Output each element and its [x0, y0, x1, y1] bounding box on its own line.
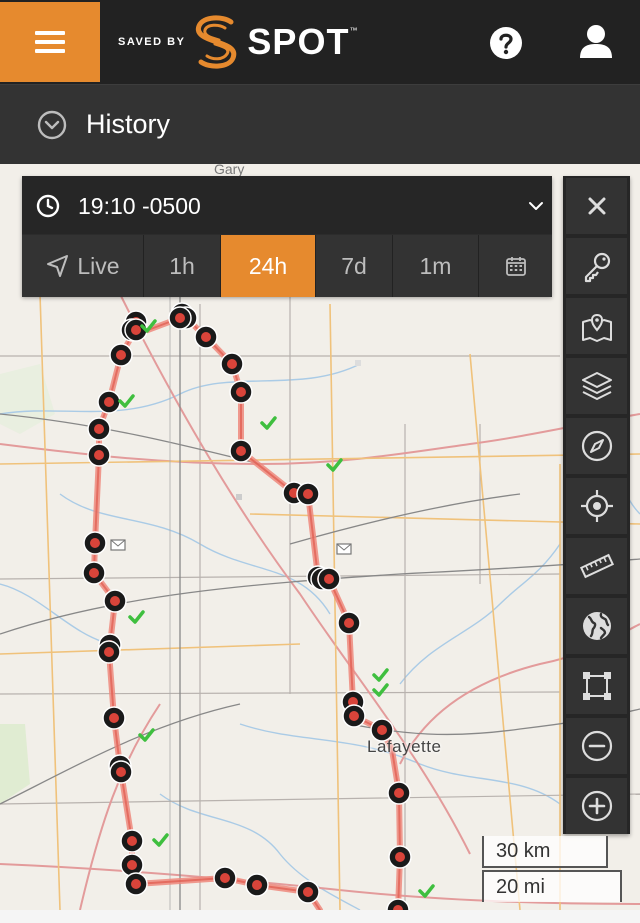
folded-map-pin-icon [581, 313, 612, 342]
logo-wordmark: SPOT [247, 21, 350, 62]
globe-icon [582, 612, 611, 640]
time-range-panel: 19:10 -0500 Live 1h 24h 7d 1m [22, 176, 552, 297]
tab-calendar[interactable] [479, 235, 552, 297]
check-in-icon[interactable] [418, 884, 435, 898]
zoom-out-button[interactable] [566, 718, 627, 774]
logo-prefix: SAVED BY [118, 36, 186, 48]
history-header-bar: History [0, 84, 640, 164]
bounding-box-icon [582, 672, 611, 700]
track-point-marker[interactable] [102, 706, 126, 730]
track-point-marker[interactable] [87, 443, 111, 467]
track-point-marker[interactable] [296, 482, 320, 506]
map-tools-toolbar [563, 176, 630, 834]
track-point-marker[interactable] [388, 845, 412, 869]
scale-km: 30 km [482, 836, 608, 868]
city-label-lafayette: Lafayette [367, 737, 442, 756]
time-selector-dropdown[interactable]: 19:10 -0500 [22, 176, 552, 234]
current-time-text: 19:10 -0500 [78, 193, 201, 219]
track-point-marker[interactable] [337, 611, 361, 635]
key-button[interactable] [566, 238, 627, 294]
track-point-marker[interactable] [229, 380, 253, 404]
layers-button[interactable] [566, 358, 627, 414]
zoom-in-plus-icon [581, 790, 612, 822]
measure-button[interactable] [566, 538, 627, 594]
track-point-marker[interactable] [317, 567, 341, 591]
track-point-marker[interactable] [168, 306, 192, 330]
compass-button[interactable] [566, 418, 627, 474]
spot-s-emblem-icon [196, 15, 237, 69]
scale-km-label: 30 km [496, 840, 551, 862]
chevron-down-icon [529, 202, 543, 210]
track-point-marker[interactable] [109, 343, 133, 367]
user-account-icon[interactable] [576, 22, 616, 62]
compass-icon [581, 430, 612, 462]
help-circle-icon[interactable] [488, 25, 524, 61]
tab-1m-label: 1m [419, 252, 452, 279]
track-point-marker[interactable] [220, 352, 244, 376]
track-point-marker[interactable] [109, 760, 133, 784]
crosshair-target-icon [580, 490, 613, 522]
check-in-icon[interactable] [372, 668, 389, 682]
check-in-icon[interactable] [326, 458, 343, 472]
check-in-icon[interactable] [152, 833, 169, 847]
ruler-icon [579, 553, 614, 579]
track-point-marker[interactable] [387, 781, 411, 805]
location-arrow-icon [47, 255, 69, 277]
tab-7d-label: 7d [341, 252, 367, 279]
tab-1m[interactable]: 1m [393, 235, 479, 297]
track-point-marker[interactable] [83, 531, 107, 555]
tab-24h-label: 24h [248, 252, 288, 279]
map-pin-button[interactable] [566, 298, 627, 354]
tab-7d[interactable]: 7d [316, 235, 393, 297]
track-point-marker[interactable] [229, 439, 253, 463]
tab-1h[interactable]: 1h [144, 235, 221, 297]
track-point-marker[interactable] [124, 872, 148, 896]
bottom-strip [0, 910, 640, 923]
track-point-marker[interactable] [386, 898, 410, 910]
globe-button[interactable] [566, 598, 627, 654]
spot-logo: SAVED BY SPOT ™ [118, 12, 357, 72]
check-in-icon[interactable] [260, 416, 277, 430]
track-point-marker[interactable] [97, 640, 121, 664]
map-scale-bar: 30 km 20 mi [482, 836, 622, 902]
track-point-marker[interactable] [245, 873, 269, 897]
key-icon [584, 252, 610, 283]
chevron-down-circle-icon[interactable] [36, 109, 68, 141]
track-point-marker[interactable] [213, 866, 237, 890]
track-point-marker[interactable] [296, 880, 320, 904]
track-point-marker[interactable] [103, 589, 127, 613]
tab-1h-label: 1h [169, 252, 195, 279]
check-in-icon[interactable] [138, 728, 155, 742]
hamburger-menu-icon [35, 26, 65, 58]
scale-mi: 20 mi [482, 870, 622, 902]
track-point-marker[interactable] [120, 829, 144, 853]
zoom-out-minus-icon [581, 730, 612, 762]
track-point-marker[interactable] [120, 853, 144, 877]
logo-trademark: ™ [349, 25, 358, 35]
scale-mi-label: 20 mi [496, 876, 545, 898]
check-in-icon[interactable] [128, 610, 145, 624]
track-point-marker[interactable] [87, 417, 111, 441]
time-range-tabs: Live 1h 24h 7d 1m [22, 234, 552, 297]
page-title: History [86, 109, 171, 139]
stacked-layers-icon [581, 372, 612, 400]
track-point-marker[interactable] [97, 390, 121, 414]
close-tools-button[interactable] [566, 178, 627, 234]
track-point-marker[interactable] [194, 325, 218, 349]
clock-icon [36, 194, 60, 218]
check-in-icon[interactable] [372, 683, 389, 697]
tab-live-label: Live [77, 252, 120, 279]
locate-button[interactable] [566, 478, 627, 534]
top-navigation-bar: SAVED BY SPOT ™ [0, 0, 640, 84]
hamburger-menu-button[interactable] [0, 2, 100, 82]
tab-live[interactable]: Live [22, 235, 144, 297]
check-in-icon[interactable] [118, 394, 135, 408]
track-point-marker[interactable] [342, 704, 366, 728]
track-point-marker[interactable] [82, 561, 106, 585]
tab-24h[interactable]: 24h [221, 235, 316, 297]
fit-bounds-button[interactable] [566, 658, 627, 714]
calendar-icon [505, 257, 526, 276]
close-icon [588, 197, 605, 215]
zoom-in-button[interactable] [566, 778, 627, 834]
